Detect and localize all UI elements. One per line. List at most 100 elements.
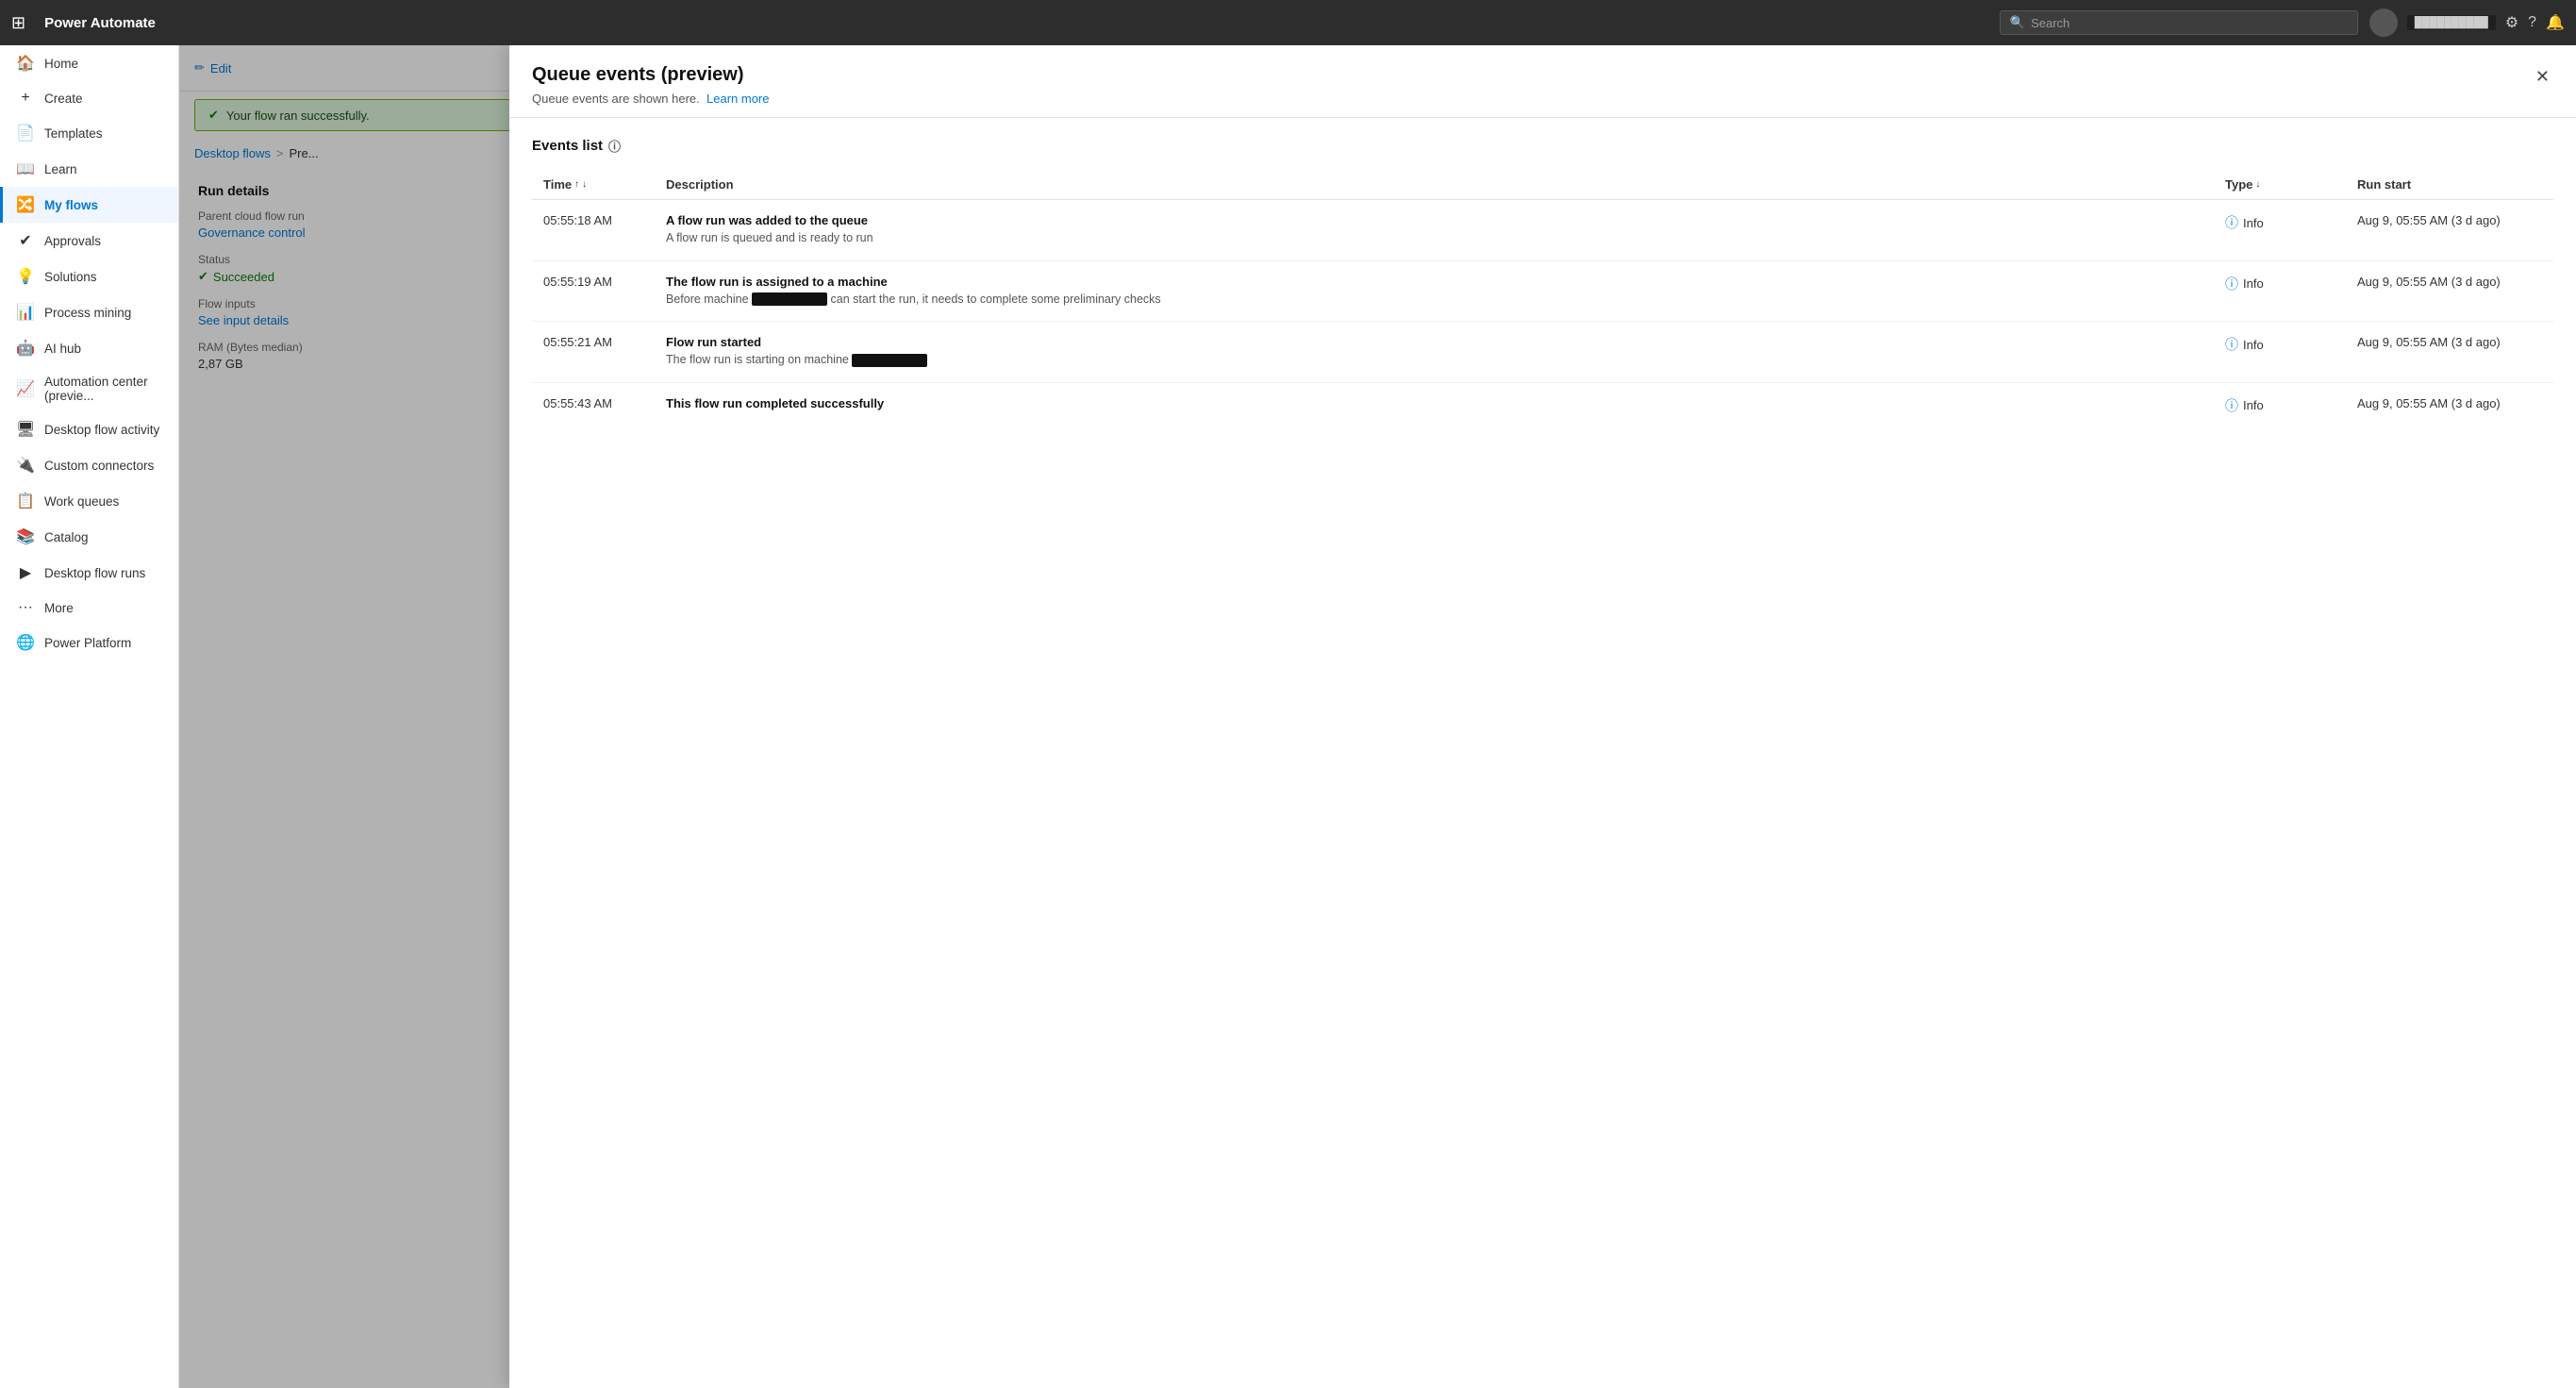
search-bar[interactable]: 🔍 — [2000, 10, 2358, 35]
redacted-machine-3 — [852, 354, 927, 367]
modal-title: Queue events (preview) — [532, 64, 2532, 86]
approvals-icon: ✔ — [16, 231, 35, 250]
event-runstart-4: Aug 9, 05:55 AM (3 d ago) — [2346, 382, 2553, 428]
sidebar-item-label: Learn — [44, 162, 77, 176]
settings-icon[interactable]: ⚙ — [2505, 13, 2518, 32]
events-list-title: Events list — [532, 138, 603, 154]
sidebar-item-more[interactable]: ··· More — [0, 591, 178, 625]
event-runstart-1: Aug 9, 05:55 AM (3 d ago) — [2346, 200, 2553, 261]
sidebar-item-my-flows[interactable]: 🔀 My flows — [0, 187, 178, 223]
th-run-start: Run start — [2346, 170, 2553, 200]
main-layout: 🏠 Home + Create 📄 Templates 📖 Learn 🔀 My… — [0, 45, 2576, 1388]
type-badge-1: ⓘ Info — [2225, 213, 2264, 232]
grid-icon[interactable]: ⊞ — [11, 13, 25, 33]
avatar[interactable] — [2369, 8, 2398, 37]
more-icon: ··· — [16, 599, 35, 616]
sidebar-item-label: AI hub — [44, 342, 81, 356]
sidebar-item-learn[interactable]: 📖 Learn — [0, 151, 178, 187]
sidebar-item-home[interactable]: 🏠 Home — [0, 45, 178, 81]
event-desc-title-4: This flow run completed successfully — [666, 396, 2202, 410]
sidebar-item-create[interactable]: + Create — [0, 81, 178, 115]
automation-center-icon: 📈 — [16, 379, 35, 398]
sidebar-item-label: Desktop flow runs — [44, 566, 145, 580]
th-time[interactable]: Time ↑ ↓ — [532, 170, 655, 200]
th-time-label: Time — [543, 177, 572, 192]
event-runstart-3: Aug 9, 05:55 AM (3 d ago) — [2346, 322, 2553, 383]
my-flows-icon: 🔀 — [16, 195, 35, 214]
learn-more-link[interactable]: Learn more — [706, 92, 769, 106]
custom-connectors-icon: 🔌 — [16, 456, 35, 475]
solutions-icon: 💡 — [16, 267, 35, 286]
desc-prefix-3: The flow run is starting on machine — [666, 353, 852, 366]
search-icon: 🔍 — [2010, 15, 2025, 30]
th-type[interactable]: Type ↓ — [2214, 170, 2346, 200]
th-time-sort[interactable]: Time ↑ ↓ — [543, 177, 587, 192]
work-queues-icon: 📋 — [16, 492, 35, 510]
th-description-label: Description — [666, 177, 734, 192]
sidebar-item-ai-hub[interactable]: 🤖 AI hub — [0, 330, 178, 366]
notification-icon[interactable]: 🔔 — [2546, 13, 2565, 32]
event-runstart-2: Aug 9, 05:55 AM (3 d ago) — [2346, 260, 2553, 322]
th-type-label: Type — [2225, 177, 2252, 192]
modal-subtitle-text: Queue events are shown here. — [532, 92, 700, 106]
desc-suffix-2: can start the run, it needs to complete … — [827, 293, 1161, 306]
modal-header: Queue events (preview) Queue events are … — [509, 45, 2576, 118]
sidebar-item-label: Power Platform — [44, 636, 131, 650]
sidebar-item-templates[interactable]: 📄 Templates — [0, 115, 178, 151]
topbar-badge: ██████████ — [2407, 15, 2496, 30]
type-label-1: Info — [2243, 216, 2264, 230]
ai-hub-icon: 🤖 — [16, 339, 35, 358]
event-type-2: ⓘ Info — [2214, 260, 2346, 322]
event-time-4: 05:55:43 AM — [532, 382, 655, 428]
type-badge-2: ⓘ Info — [2225, 275, 2264, 293]
sidebar-item-solutions[interactable]: 💡 Solutions — [0, 259, 178, 294]
event-desc-1: A flow run was added to the queue A flow… — [655, 200, 2214, 261]
type-sort-icon: ↓ — [2255, 179, 2260, 190]
event-time-3: 05:55:21 AM — [532, 322, 655, 383]
sidebar-item-label: Automation center (previe... — [44, 375, 165, 403]
sidebar-item-desktop-flow-activity[interactable]: 🖥 Desktop flow activity — [0, 411, 178, 447]
desktop-flow-activity-icon: 🖥 — [16, 420, 35, 439]
topbar-actions: ██████████ ⚙ ? 🔔 — [2369, 8, 2565, 37]
learn-icon: 📖 — [16, 159, 35, 178]
sidebar-item-power-platform[interactable]: 🌐 Power Platform — [0, 625, 178, 661]
event-desc-title-1: A flow run was added to the queue — [666, 213, 2202, 227]
event-desc-title-2: The flow run is assigned to a machine — [666, 275, 2202, 289]
sidebar-item-approvals[interactable]: ✔ Approvals — [0, 223, 178, 259]
catalog-icon: 📚 — [16, 527, 35, 546]
sort-asc-icon: ↑ — [574, 179, 579, 190]
sidebar-item-label: Custom connectors — [44, 459, 154, 473]
sidebar-item-label: Approvals — [44, 234, 101, 248]
info-circle-icon-4: ⓘ — [2225, 396, 2238, 415]
event-desc-title-3: Flow run started — [666, 335, 2202, 349]
question-icon[interactable]: ? — [2528, 14, 2536, 31]
sidebar-item-desktop-flow-runs[interactable]: ▶ Desktop flow runs — [0, 555, 178, 591]
info-circle-icon-1: ⓘ — [2225, 213, 2238, 232]
sidebar-item-label: Solutions — [44, 270, 97, 284]
home-icon: 🏠 — [16, 54, 35, 73]
power-platform-icon: 🌐 — [16, 633, 35, 652]
content-area: ✏ Edit ✔ Your flow ran successfully. Des… — [179, 45, 2576, 1388]
sort-desc-icon: ↓ — [582, 179, 587, 190]
modal-panel: Queue events (preview) Queue events are … — [509, 45, 2576, 1388]
type-label-2: Info — [2243, 276, 2264, 291]
table-row: 05:55:18 AM A flow run was added to the … — [532, 200, 2553, 261]
sidebar-item-process-mining[interactable]: 📊 Process mining — [0, 294, 178, 330]
th-description: Description — [655, 170, 2214, 200]
events-list-header: Events list ⓘ — [532, 137, 2553, 155]
table-header-row: Time ↑ ↓ Description — [532, 170, 2553, 200]
event-type-4: ⓘ Info — [2214, 382, 2346, 428]
sidebar: 🏠 Home + Create 📄 Templates 📖 Learn 🔀 My… — [0, 45, 179, 1388]
sidebar-item-custom-connectors[interactable]: 🔌 Custom connectors — [0, 447, 178, 483]
th-type-sort[interactable]: Type ↓ — [2225, 177, 2260, 192]
sidebar-item-catalog[interactable]: 📚 Catalog — [0, 519, 178, 555]
events-table: Time ↑ ↓ Description — [532, 170, 2553, 428]
modal-close-button[interactable]: ✕ — [2532, 64, 2553, 89]
modal-overlay: Queue events (preview) Queue events are … — [179, 45, 2576, 1388]
sidebar-item-label: Create — [44, 92, 83, 106]
search-input[interactable] — [2031, 16, 2348, 30]
event-desc-2: The flow run is assigned to a machine Be… — [655, 260, 2214, 322]
sidebar-item-work-queues[interactable]: 📋 Work queues — [0, 483, 178, 519]
sidebar-item-automation-center[interactable]: 📈 Automation center (previe... — [0, 366, 178, 411]
sidebar-item-label: Process mining — [44, 306, 131, 320]
